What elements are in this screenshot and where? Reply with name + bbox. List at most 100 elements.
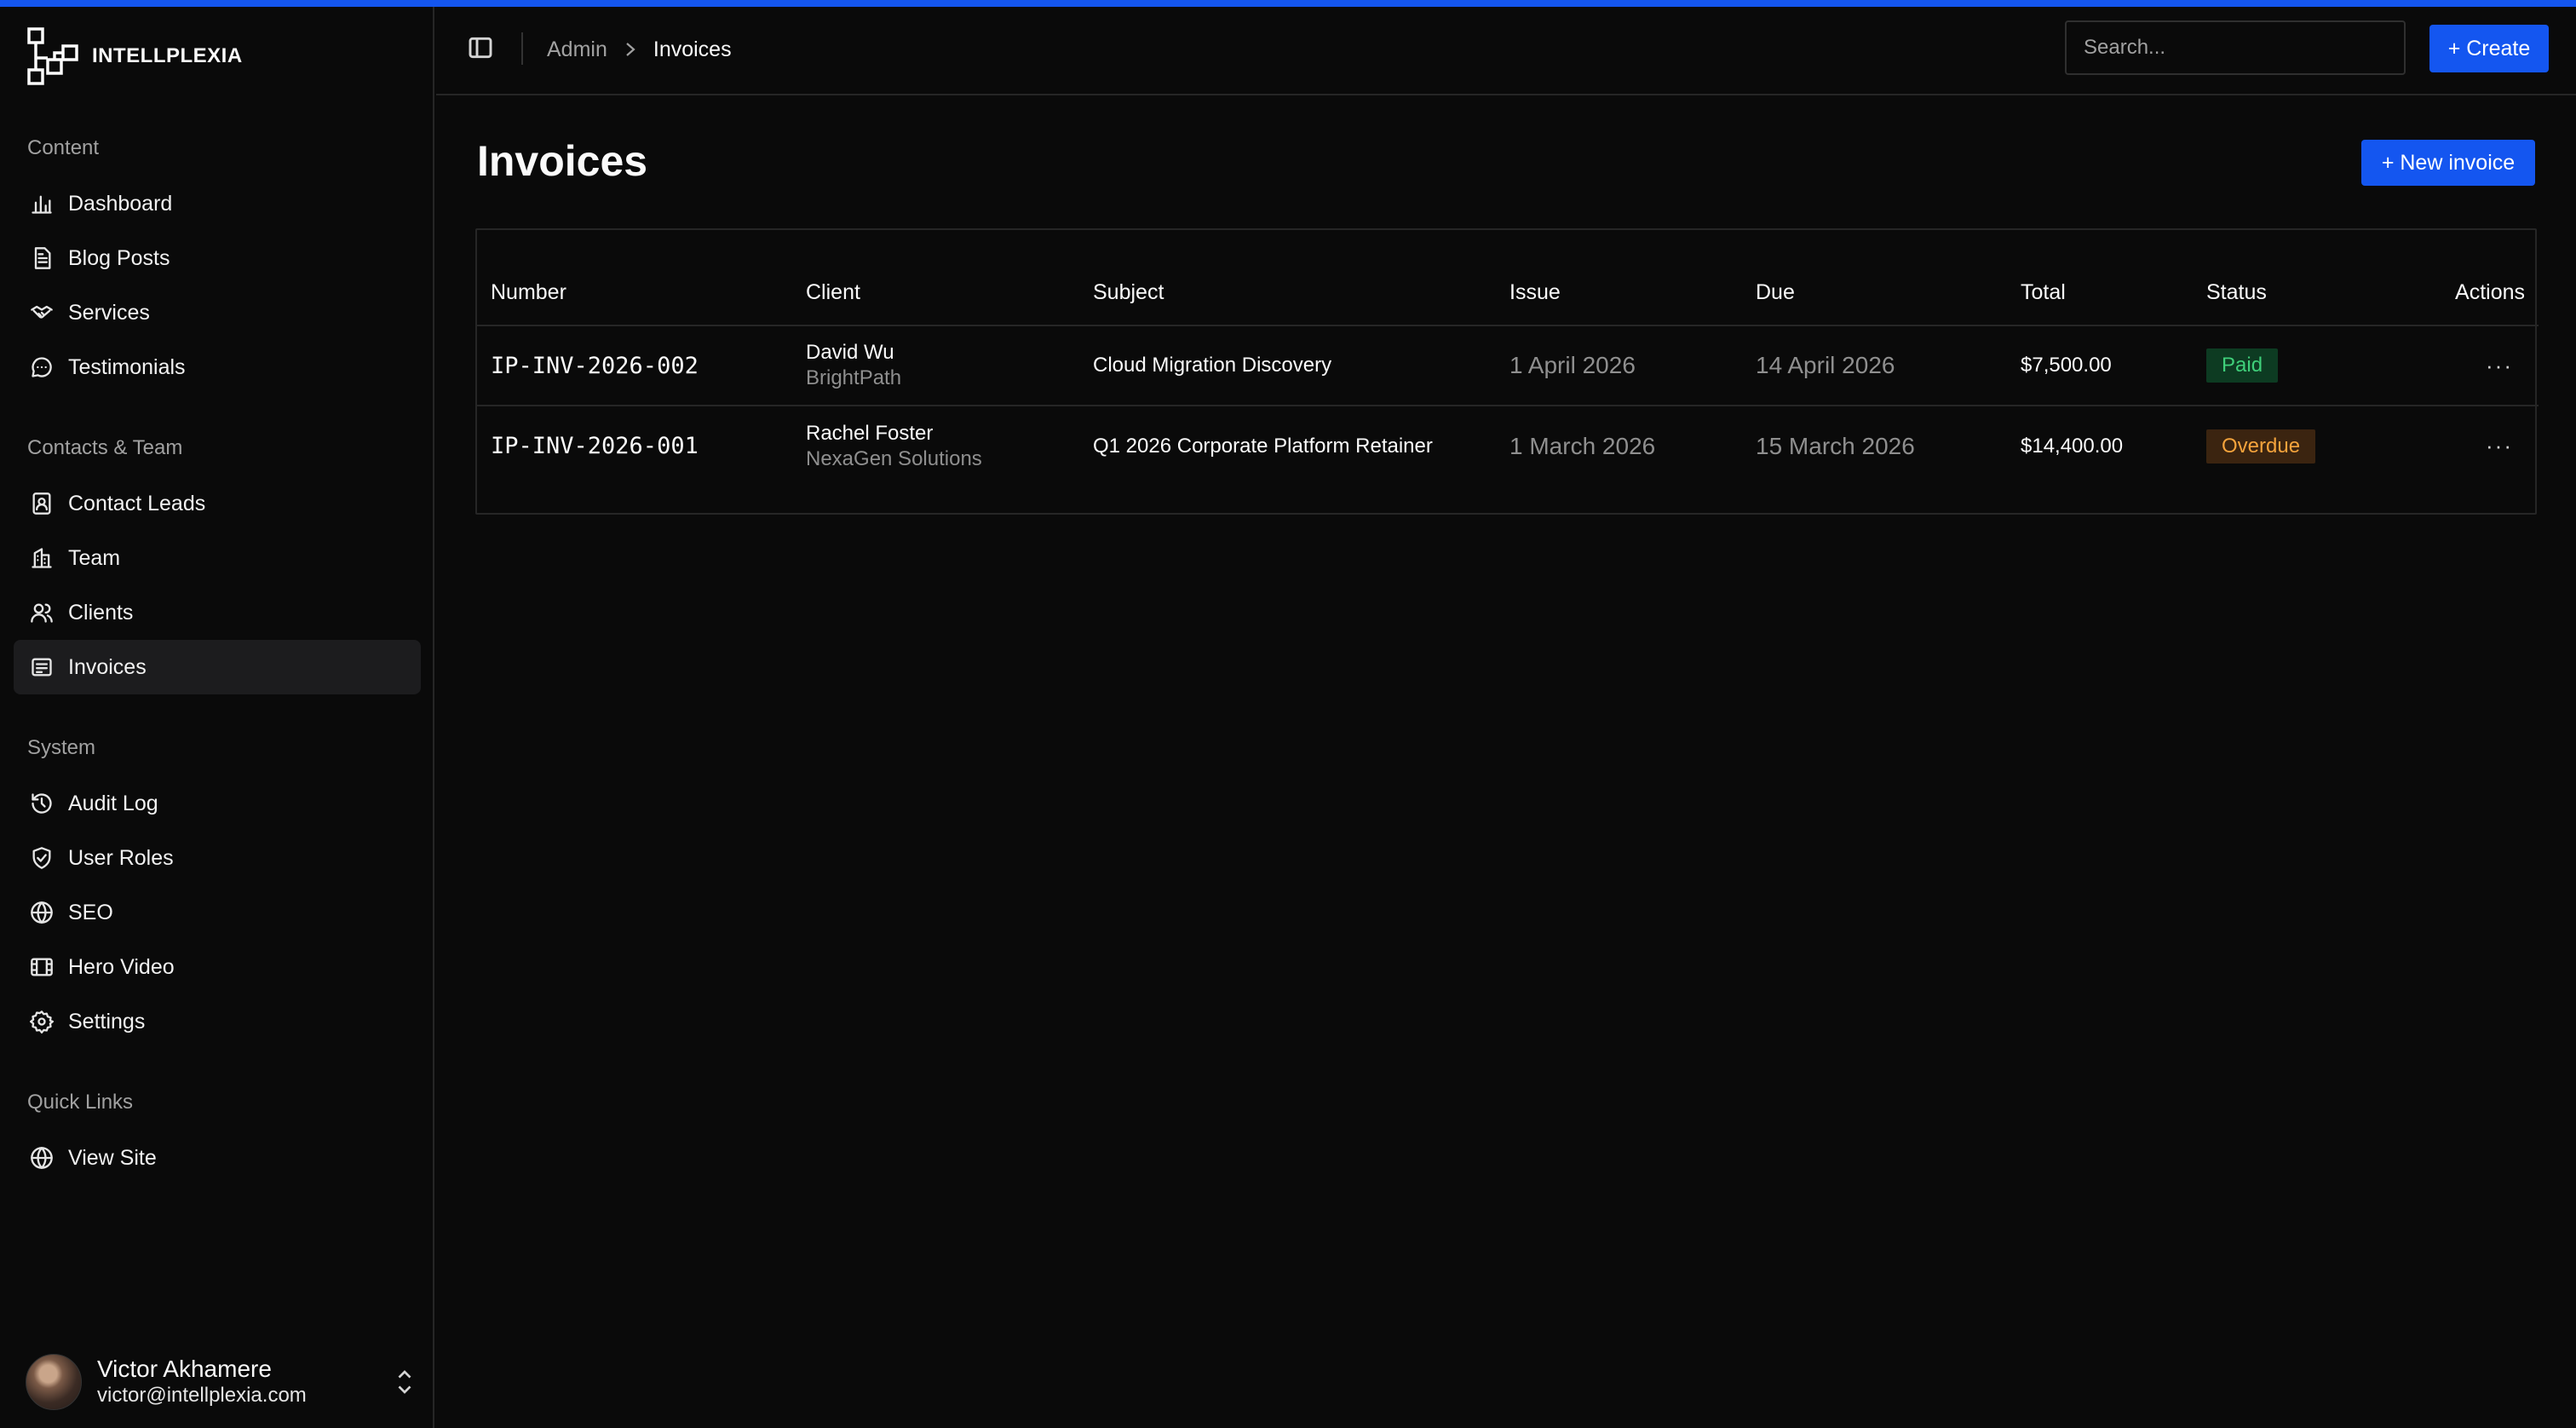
sidebar-item-label: Services <box>68 300 150 325</box>
sidebar-item-label: Audit Log <box>68 791 158 815</box>
sidebar-item-label: Blog Posts <box>68 245 170 270</box>
actions-cell: ··· <box>2411 325 2539 406</box>
column-header-client[interactable]: Client <box>806 230 1093 326</box>
issue-date: 1 March 2026 <box>1509 432 1656 459</box>
globe-icon <box>29 900 55 925</box>
client-company: NexaGen Solutions <box>806 446 982 470</box>
globe-icon <box>29 1145 55 1171</box>
status-cell: Paid <box>2206 325 2411 406</box>
client-name: David Wu <box>806 341 894 364</box>
sidebar-item-invoices[interactable]: Invoices <box>14 640 421 694</box>
column-header-status[interactable]: Status <box>2206 230 2411 326</box>
sidebar-item-label: Settings <box>68 1009 146 1034</box>
sidebar-item-clients[interactable]: Clients <box>14 585 421 640</box>
gear-icon <box>29 1009 55 1034</box>
user-menu[interactable]: Victor Akhamere victor@intellplexia.com <box>26 1353 417 1411</box>
chevron-up-down-icon[interactable] <box>392 1365 417 1399</box>
nav-group-contacts-team-label: Contacts & Team <box>27 436 183 459</box>
document-icon <box>29 245 55 271</box>
page-title: Invoices <box>477 137 648 185</box>
column-header-number[interactable]: Number <box>477 230 806 326</box>
column-header-actions: Actions <box>2411 230 2539 326</box>
user-email: victor@intellplexia.com <box>97 1384 307 1407</box>
user-name: Victor Akhamere <box>97 1356 272 1382</box>
shield-check-icon <box>29 845 55 871</box>
history-icon <box>29 791 55 816</box>
nav-group-system-label: System <box>27 736 96 759</box>
contact-book-icon <box>29 491 55 516</box>
sidebar-toggle-icon[interactable] <box>467 34 496 63</box>
due-date: 15 March 2026 <box>1756 432 1915 459</box>
column-header-total[interactable]: Total <box>2021 230 2206 326</box>
breadcrumb: Admin Invoices <box>547 32 732 66</box>
sidebar-item-team[interactable]: Team <box>14 531 421 585</box>
invoice-subject: Cloud Migration Discovery <box>1093 325 1509 406</box>
sidebar-item-testimonials[interactable]: Testimonials <box>14 340 421 394</box>
breadcrumb-admin-link[interactable]: Admin <box>547 37 607 62</box>
chevron-right-icon <box>623 39 638 60</box>
handshake-icon <box>29 300 55 325</box>
film-icon <box>29 954 55 980</box>
column-header-due[interactable]: Due <box>1756 230 2021 326</box>
invoice-total: $14,400.00 <box>2021 434 2124 458</box>
brand-name: INTELLPLEXIA <box>92 44 243 67</box>
issue-date: 1 April 2026 <box>1509 325 1756 406</box>
nav-group-content-label: Content <box>27 136 100 159</box>
client-cell: David Wu BrightPath <box>806 325 1093 406</box>
invoice-total: $7,500.00 <box>2021 325 2206 406</box>
avatar <box>26 1354 82 1410</box>
sidebar-item-blog-posts[interactable]: Blog Posts <box>14 231 421 285</box>
table-row[interactable]: IP-INV-2026-002 David Wu BrightPath Clou… <box>477 325 2539 406</box>
invoice-number[interactable]: IP-INV-2026-001 <box>477 406 806 486</box>
invoice-subject: Q1 2026 Corporate Platform Retainer <box>1093 434 1433 458</box>
sidebar-item-audit-log[interactable]: Audit Log <box>14 776 421 831</box>
sidebar-item-dashboard[interactable]: Dashboard <box>14 176 421 231</box>
sidebar-item-view-site[interactable]: View Site <box>14 1131 421 1185</box>
client-company: BrightPath <box>806 366 902 389</box>
top-accent-bar <box>0 0 2576 7</box>
invoices-table: Number Client Subject Issue Due Total St… <box>475 228 2539 515</box>
building-icon <box>29 545 55 571</box>
users-icon <box>29 600 55 625</box>
sidebar-item-label: Invoices <box>68 654 147 679</box>
header-divider <box>521 32 523 65</box>
create-button[interactable]: + Create <box>2429 25 2549 72</box>
sidebar-item-label: Dashboard <box>68 191 173 216</box>
invoice-number[interactable]: IP-INV-2026-002 <box>477 325 806 406</box>
sidebar-item-label: User Roles <box>68 845 174 870</box>
status-badge: Overdue <box>2206 429 2316 464</box>
breadcrumb-current: Invoices <box>653 37 732 61</box>
sidebar-item-label: SEO <box>68 900 113 924</box>
column-header-issue[interactable]: Issue <box>1509 230 1756 326</box>
due-date: 14 April 2026 <box>1756 325 2021 406</box>
search-input[interactable] <box>2065 20 2406 75</box>
sidebar-item-hero-video[interactable]: Hero Video <box>14 940 421 994</box>
invoice-icon <box>29 654 55 680</box>
sidebar-item-seo[interactable]: SEO <box>14 885 421 940</box>
sidebar-item-label: Contact Leads <box>68 491 206 515</box>
sidebar-item-user-roles[interactable]: User Roles <box>14 831 421 885</box>
chat-bubble-icon <box>29 354 55 380</box>
brand[interactable]: INTELLPLEXIA <box>26 24 243 89</box>
sidebar-item-label: Hero Video <box>68 954 175 979</box>
status-cell: Overdue <box>2206 406 2411 486</box>
actions-cell: ··· <box>2411 406 2539 486</box>
sidebar-item-label: Clients <box>68 600 134 625</box>
sidebar-item-label: Team <box>68 545 121 570</box>
more-actions-icon[interactable]: ··· <box>2486 353 2513 378</box>
nav-group-quick-links-label: Quick Links <box>27 1091 134 1114</box>
sidebar-item-contact-leads[interactable]: Contact Leads <box>14 476 421 531</box>
more-actions-icon[interactable]: ··· <box>2486 433 2513 458</box>
logo-icon <box>27 27 78 85</box>
sidebar-item-settings[interactable]: Settings <box>14 994 421 1049</box>
sidebar-item-label: View Site <box>68 1145 157 1170</box>
chart-icon <box>29 191 55 216</box>
table-row[interactable]: IP-INV-2026-001 Rachel Foster NexaGen So… <box>477 406 2539 486</box>
new-invoice-button[interactable]: + New invoice <box>2361 140 2535 186</box>
sidebar-item-services[interactable]: Services <box>14 285 421 340</box>
sidebar: INTELLPLEXIA Content Dashboard Blog Post… <box>0 7 434 1428</box>
column-header-subject[interactable]: Subject <box>1093 230 1509 326</box>
client-cell: Rachel Foster NexaGen Solutions <box>806 406 1093 486</box>
table-header-row: Number Client Subject Issue Due Total St… <box>477 230 2539 326</box>
sidebar-item-label: Testimonials <box>68 354 186 379</box>
